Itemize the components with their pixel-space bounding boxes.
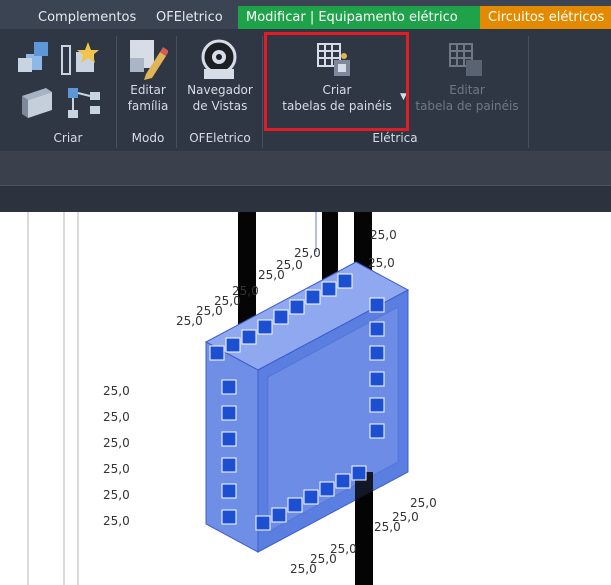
group-separator xyxy=(528,36,529,148)
dimension-label: 25,0 xyxy=(103,384,130,398)
tab-complementos[interactable]: Complementos xyxy=(30,6,144,29)
ribbon-tab-bar: Complementos OFEletrico Modificar | Equi… xyxy=(0,0,611,29)
edit-panel-schedule-button: Editar tabela de painéis xyxy=(410,82,524,114)
criar-tools-icons[interactable] xyxy=(18,34,114,124)
view-tab-bar xyxy=(0,185,611,212)
hierarchy-icon xyxy=(68,88,100,118)
component-icon xyxy=(22,88,52,118)
highlight-box xyxy=(264,32,409,131)
group-separator xyxy=(176,36,177,148)
group-separator xyxy=(262,36,263,148)
navigator-label-1: Navegador xyxy=(187,83,253,97)
tab-modificar-equipamento[interactable]: Modificar | Equipamento elétrico xyxy=(238,6,480,29)
dimension-label: 25,0 xyxy=(276,258,303,272)
dimension-label: 25,0 xyxy=(103,462,130,476)
edit-family-icon[interactable] xyxy=(128,38,168,80)
dimension-label: 25,0 xyxy=(232,284,259,298)
edit-family-button[interactable]: Editar família xyxy=(122,82,174,114)
view-navigator-button[interactable]: Navegador de Vistas xyxy=(178,82,262,114)
panel-schedule-edit-icon xyxy=(449,43,482,76)
dimension-label: 25,0 xyxy=(330,542,357,556)
group-separator xyxy=(116,36,117,148)
tab-ofeletrico[interactable]: OFEletrico xyxy=(148,6,231,29)
dimension-label: 25,0 xyxy=(103,410,130,424)
view-navigator-icon[interactable] xyxy=(198,38,240,80)
navigator-label-2: de Vistas xyxy=(192,99,248,113)
edit-schedule-label-2: tabela de painéis xyxy=(415,99,519,113)
edit-schedule-label-1: Editar xyxy=(449,83,485,97)
drawing-view[interactable]: 25,0 25,0 25,0 25,0 25,0 25,0 25,0 25,0 … xyxy=(0,212,611,585)
dimension-label: 25,0 xyxy=(370,228,397,242)
dimension-label: 25,0 xyxy=(103,514,130,528)
dimension-label: 25,0 xyxy=(103,488,130,502)
group-label-ofeletrico: OFEletrico xyxy=(189,131,251,145)
dimension-label: 25,0 xyxy=(410,496,437,510)
edit-family-label-1: Editar xyxy=(130,83,166,97)
dimension-label: 25,0 xyxy=(103,436,130,450)
dimension-label: 25,0 xyxy=(392,510,419,524)
options-bar xyxy=(0,151,611,185)
edit-family-label-2: família xyxy=(127,99,169,113)
dimension-label: 25,0 xyxy=(368,256,395,270)
tab-circuitos-eletricos[interactable]: Circuitos elétricos xyxy=(480,6,611,29)
load-family-icon xyxy=(61,42,99,75)
group-label-modo: Modo xyxy=(131,131,165,145)
group-label-criar: Criar xyxy=(53,131,83,145)
family-icon xyxy=(18,42,48,72)
dimension-label: 25,0 xyxy=(294,246,321,260)
group-label-eletrica: Elétrica xyxy=(372,131,418,145)
